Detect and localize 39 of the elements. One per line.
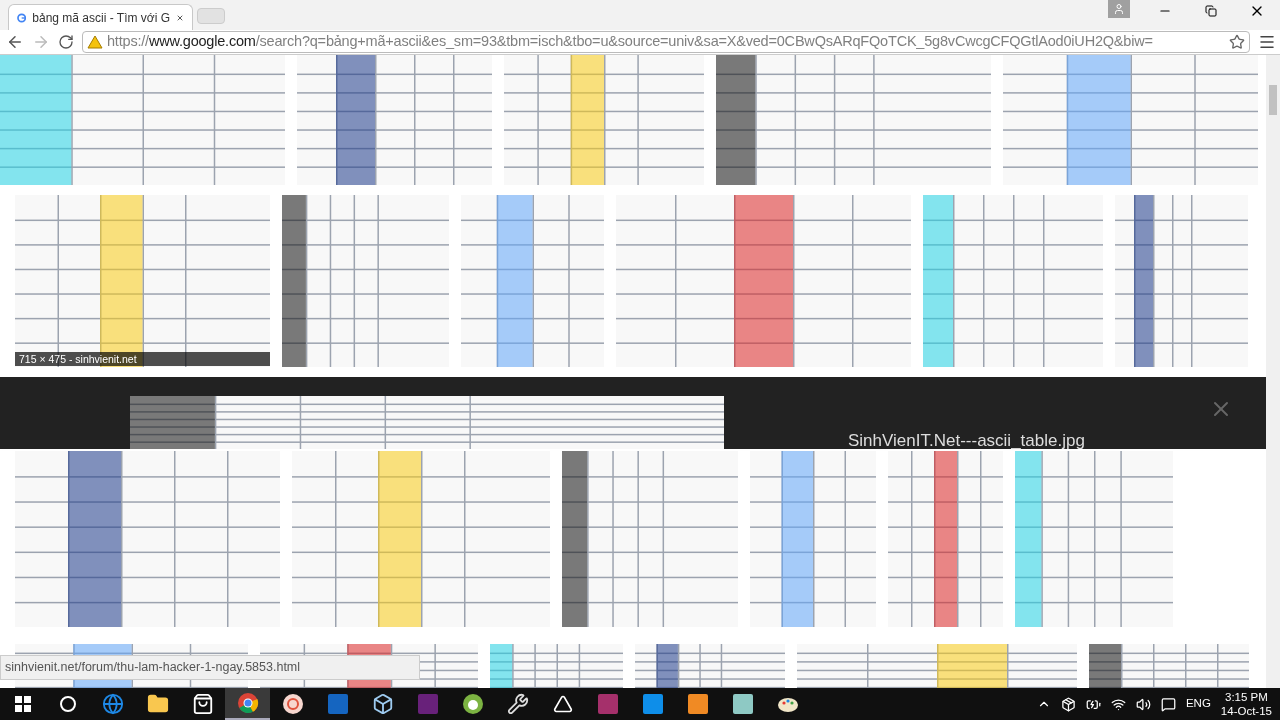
browser-tab[interactable]: bảng mã ascii - Tìm với G [8,4,193,30]
language-indicator[interactable]: ENG [1185,695,1211,713]
volume-icon[interactable] [1135,696,1151,712]
tab-title: bảng mã ascii - Tìm với G [32,9,170,27]
url-text: https://www.google.com/search?q=bảng+mã+ascii&es_sm=93&tbm=isch&tbo=u&source=univ&sa=X&ved=0CBwQsARqFQoTCK_5g8vCwcgCFQGtlAod0iUH2Q&biw= [107,32,1153,52]
status-url: sinhvienit.net/forum/thu-lam-hacker-1-ngay.5853.html [0,655,420,680]
app-icon [731,693,754,715]
notification-icon[interactable] [1160,696,1176,712]
cube-icon [371,693,394,715]
app-icon [416,693,439,715]
app-icon [596,693,619,715]
app-icon [326,693,349,715]
folder-icon [146,693,169,715]
clock[interactable]: 3:15 PM 14-Oct-15 [1220,690,1272,718]
shopping-bag-icon [191,693,214,715]
address-bar[interactable]: https://www.google.com/search?q=bảng+mã+ascii&es_sm=93&tbm=isch&tbo=u&source=univ&sa=X&ved=0CBwQsARqFQoTCK_5g8vCwcgCFQGtlAod0iUH2Q&biw= [82,31,1250,53]
menu-icon[interactable] [1258,33,1276,51]
box-icon[interactable] [1060,696,1076,712]
back-button[interactable] [6,33,24,51]
wifi-icon[interactable] [1110,696,1126,712]
browser-icon [236,692,259,714]
globe-icon [101,693,124,715]
wrench-icon [506,693,529,715]
app-icon [686,693,709,715]
ring-icon [281,693,304,715]
image-size-caption: 715 × 475 - sinhvienit.net [15,352,270,366]
restore-icon [1205,5,1217,17]
triangle-icon [552,694,573,714]
taskbar-button[interactable] [225,688,270,720]
bookmark-star-icon[interactable] [1229,34,1245,50]
scrollbar[interactable] [1266,55,1280,688]
user-icon [1113,3,1125,15]
user-button[interactable] [1108,0,1130,18]
image-title: SinhVienIT.Net---ascii_table.jpg [848,429,1085,452]
windows-icon [14,696,31,712]
warning-icon [87,35,103,49]
ring-icon [58,695,77,713]
app-icon [641,693,664,715]
reload-button[interactable] [58,34,74,50]
